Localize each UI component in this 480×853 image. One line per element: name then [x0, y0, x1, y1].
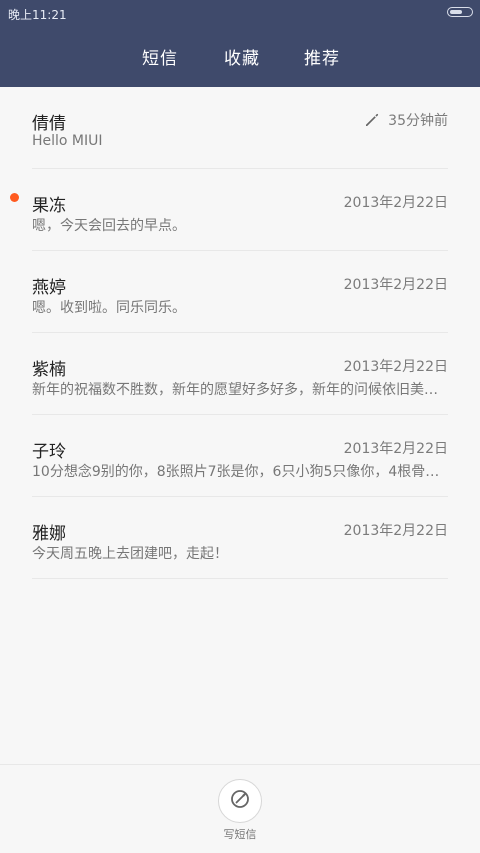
- message-date: 35分钟前: [388, 113, 448, 129]
- message-date: 2013年2月22日: [343, 523, 448, 539]
- footer-divider: [0, 764, 480, 765]
- divider: [32, 578, 448, 579]
- unread-dot-icon: [10, 193, 19, 202]
- pencil-icon: [364, 112, 380, 128]
- conversation-item[interactable]: 雅娜 今天周五晚上去团建吧，走起！ 2013年2月22日: [0, 497, 480, 579]
- message-date: 2013年2月22日: [343, 195, 448, 211]
- contact-name: 果冻: [32, 196, 66, 216]
- message-preview: 嗯。收到啦。同乐同乐。: [32, 300, 186, 316]
- contact-name: 倩倩: [32, 114, 66, 134]
- status-time: 晚上11:21: [8, 8, 67, 22]
- tab-sms[interactable]: 短信: [142, 44, 178, 69]
- contact-name: 紫楠: [32, 360, 66, 380]
- message-preview: 新年的祝福数不胜数，新年的愿望好多好多，新年的问候依旧美好…: [32, 382, 448, 398]
- compose-label: 写短信: [223, 828, 257, 841]
- message-date: 2013年2月22日: [343, 441, 448, 457]
- message-list: 倩倩 Hello MIUI 35分钟前 果冻 嗯，今天会回去的早点。 2013年…: [0, 87, 480, 579]
- compose-button[interactable]: [218, 779, 262, 823]
- battery-icon: [447, 7, 473, 17]
- conversation-item[interactable]: 果冻 嗯，今天会回去的早点。 2013年2月22日: [0, 169, 480, 251]
- tab-recommended[interactable]: 推荐: [304, 44, 340, 69]
- message-preview: Hello MIUI: [32, 133, 103, 149]
- contact-name: 子玲: [32, 442, 66, 462]
- conversation-item[interactable]: 紫楠 新年的祝福数不胜数，新年的愿望好多好多，新年的问候依旧美好… 2013年2…: [0, 333, 480, 415]
- message-date: 2013年2月22日: [343, 359, 448, 375]
- top-tabs: 短信 收藏 推荐: [0, 44, 480, 72]
- app-header: 晚上11:21 短信 收藏 推荐: [0, 0, 480, 87]
- compose-icon: [228, 787, 252, 815]
- contact-name: 燕婷: [32, 278, 66, 298]
- status-bar: 晚上11:21: [0, 0, 480, 26]
- message-preview: 10分想念9别的你，8张照片7张是你，6只小狗5只像你，4根骨头…: [32, 464, 448, 480]
- tab-favorites[interactable]: 收藏: [224, 44, 260, 69]
- conversation-item[interactable]: 燕婷 嗯。收到啦。同乐同乐。 2013年2月22日: [0, 251, 480, 333]
- battery-level-icon: [450, 10, 462, 14]
- message-preview: 今天周五晚上去团建吧，走起！: [32, 546, 228, 562]
- message-preview: 嗯，今天会回去的早点。: [32, 218, 186, 234]
- conversation-item[interactable]: 倩倩 Hello MIUI 35分钟前: [0, 87, 480, 169]
- message-date: 2013年2月22日: [343, 277, 448, 293]
- draft-timestamp: 35分钟前: [364, 110, 448, 130]
- conversation-item[interactable]: 子玲 10分想念9别的你，8张照片7张是你，6只小狗5只像你，4根骨头… 201…: [0, 415, 480, 497]
- contact-name: 雅娜: [32, 524, 66, 544]
